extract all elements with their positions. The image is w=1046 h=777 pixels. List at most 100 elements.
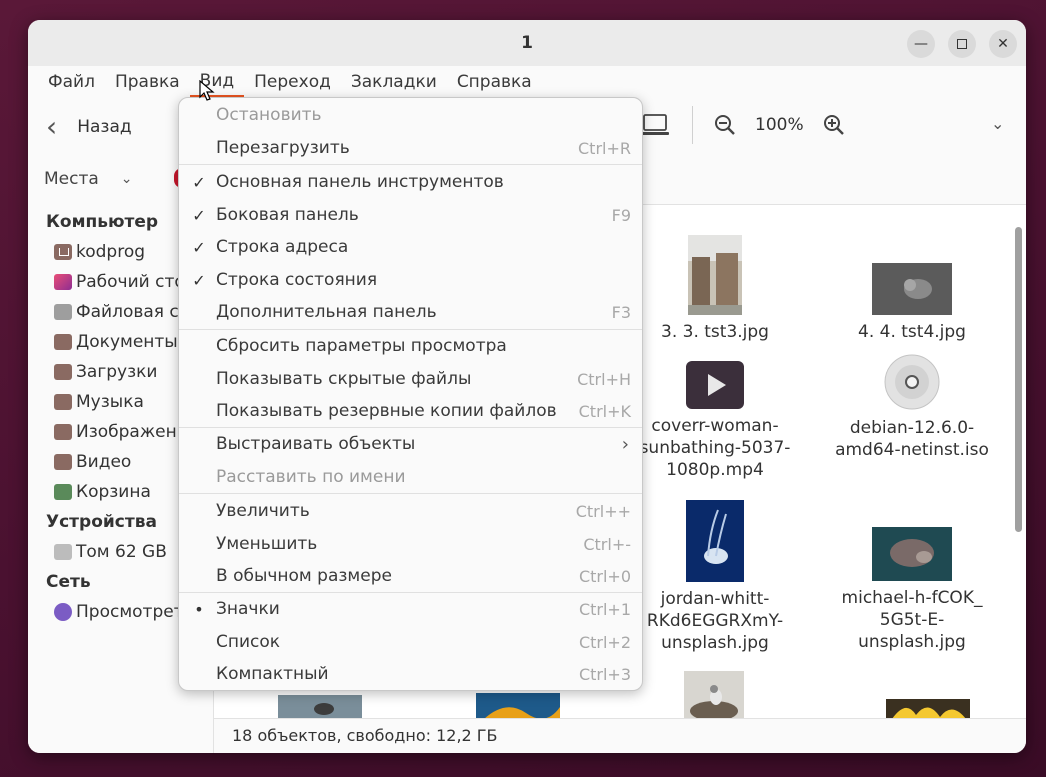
menu-item-arrange-items[interactable]: Выстраивать объекты › [179,428,642,460]
sidebar-item-videos[interactable]: Видео [54,452,131,472]
file-name: 4. 4. tst4.jpg [858,322,966,342]
file-name-line: amd64-netinst.iso [835,440,989,460]
disc-image-icon [884,354,940,410]
trash-icon [54,484,72,500]
menu-item-show-backups[interactable]: Показывать резервные копии файлов Ctrl+K [179,395,642,427]
sidebar-item-label: kodprog [76,242,146,262]
file-name-line: debian-12.6.0- [849,418,975,438]
menu-item-list-view[interactable]: Список Ctrl+2 [179,626,642,658]
places-label: Места [44,169,99,189]
menu-item-reload[interactable]: Перезагрузить Ctrl+R [179,132,642,164]
back-label: Назад [77,116,132,137]
status-bar: 18 объектов, свободно: 12,2 ГБ [213,718,1026,753]
mouse-cursor-icon [199,80,215,101]
sidebar-item-label: Музыка [76,392,144,412]
menu-item-statusbar[interactable]: ✓ Строка состояния [179,264,642,296]
menu-item-shortcut: F3 [611,302,631,322]
menu-item-icons-view[interactable]: • Значки Ctrl+1 [179,593,642,625]
file-name-line: coverr-woman- [651,416,779,436]
sidebar-item-label: Загрузки [76,362,158,382]
sidebar-item-label: Документы [76,332,178,352]
menu-separator [179,164,642,165]
back-button[interactable]: ‹ Назад [46,110,132,143]
menu-item-label: Дополнительная панель [216,302,437,322]
sidebar-item-label: Корзина [76,482,151,502]
chevron-down-icon[interactable]: ⌄ [991,114,1004,133]
menu-item-label: Расставить по имени [216,467,406,487]
menu-item-shortcut: Ctrl+H [577,369,631,389]
network-icon [54,603,72,621]
titlebar: 1 — ✕ [28,20,1026,66]
image-thumbnail-icon [872,527,952,581]
sidebar-item-music[interactable]: Музыка [54,392,144,412]
sidebar-item-documents[interactable]: Документы [54,332,178,352]
menu-item-shortcut: Ctrl+- [583,534,631,554]
image-thumbnail-icon [476,693,560,719]
menu-item-reset-view[interactable]: Сбросить параметры просмотра [179,330,642,362]
menu-item-show-hidden[interactable]: Показывать скрытые файлы Ctrl+H [179,363,642,395]
menu-item-location-bar[interactable]: ✓ Строка адреса [179,231,642,263]
menu-item-label: Увеличить [216,501,310,521]
sidebar-item-desktop[interactable]: Рабочий сто [54,272,185,292]
sidebar-item-browse-network[interactable]: Просмотрет [54,602,184,622]
maximize-button[interactable] [948,30,976,58]
desktop-icon [54,274,72,290]
computer-icon[interactable] [640,112,670,138]
menu-file[interactable]: Файл [38,66,105,98]
sidebar-item-pictures[interactable]: Изображени [54,422,188,442]
sidebar-item-downloads[interactable]: Загрузки [54,362,157,382]
window-title: 1 [521,33,533,53]
zoom-out-icon[interactable] [713,113,737,137]
menu-item-main-toolbar[interactable]: ✓ Основная панель инструментов [179,166,642,198]
sidebar-item-label: Видео [76,452,132,472]
file-item[interactable]: jordan-whitt- RKd6EGGRXmY- unsplash.jpg [630,500,800,654]
minimize-icon: — [914,36,928,52]
menu-item-normal-size[interactable]: В обычном размере Ctrl+0 [179,560,642,592]
file-name: 3. 3. tst3.jpg [661,322,769,342]
menu-item-organize-by-name: Расставить по имени [179,461,642,493]
radio-dot-icon: • [194,599,204,619]
sidebar-item-volume[interactable]: Том 62 GB [54,542,167,562]
zoom-in-icon[interactable] [822,113,846,137]
drive-icon [54,544,72,560]
menu-item-compact-view[interactable]: Компактный Ctrl+3 [179,658,642,690]
menu-item-shortcut: Ctrl++ [575,501,631,521]
menu-item-zoom-in[interactable]: Увеличить Ctrl++ [179,495,642,527]
menu-bookmarks[interactable]: Закладки [341,66,447,98]
chevron-right-icon: › [621,433,629,455]
sidebar-item-home[interactable]: kodprog [54,242,145,262]
menubar: Файл Правка Вид Переход Закладки Справка [28,66,1026,98]
menu-item-shortcut: F9 [611,205,631,225]
home-folder-icon [54,244,72,260]
folder-icon [54,454,72,470]
image-thumbnail-icon [886,699,970,719]
file-name-line: RKd6EGGRXmY- [646,611,784,631]
sidebar-item-trash[interactable]: Корзина [54,482,151,502]
sidebar-item-label: Просмотрет [76,602,184,622]
menu-go[interactable]: Переход [244,66,341,98]
menu-item-extra-pane[interactable]: Дополнительная панель F3 [179,296,642,328]
sidebar-item-label: Изображени [76,422,188,442]
file-name-line: michael-h-fCOK_ [841,588,983,608]
file-item[interactable]: debian-12.6.0- amd64-netinst.iso [827,353,997,461]
file-item[interactable]: coverr-woman- sunbathing-5037- 1080p.mp4 [630,361,800,481]
menu-item-zoom-out[interactable]: Уменьшить Ctrl+- [179,528,642,560]
menu-item-label: Уменьшить [216,534,318,554]
file-item[interactable]: michael-h-fCOK_ 5G5t-E-unsplash.jpg [827,527,997,653]
file-item[interactable]: 3. 3. tst3.jpg [630,235,800,343]
folder-icon [54,394,72,410]
toolbar-separator [692,106,693,144]
menu-item-label: Выстраивать объекты [216,434,416,454]
scrollbar[interactable] [1015,227,1022,532]
menu-item-sidebar[interactable]: ✓ Боковая панель F9 [179,199,642,231]
folder-icon [54,334,72,350]
sidebar-item-filesystem[interactable]: Файловая с [54,302,179,322]
file-item[interactable]: 4. 4. tst4.jpg [827,263,997,343]
checkmark-icon: ✓ [192,172,206,192]
menu-help[interactable]: Справка [447,66,542,98]
minimize-button[interactable]: — [907,30,935,58]
menu-item-shortcut: Ctrl+0 [578,566,631,586]
menu-edit[interactable]: Правка [105,66,190,98]
menu-item-shortcut: Ctrl+1 [578,599,631,619]
close-button[interactable]: ✕ [989,30,1017,58]
